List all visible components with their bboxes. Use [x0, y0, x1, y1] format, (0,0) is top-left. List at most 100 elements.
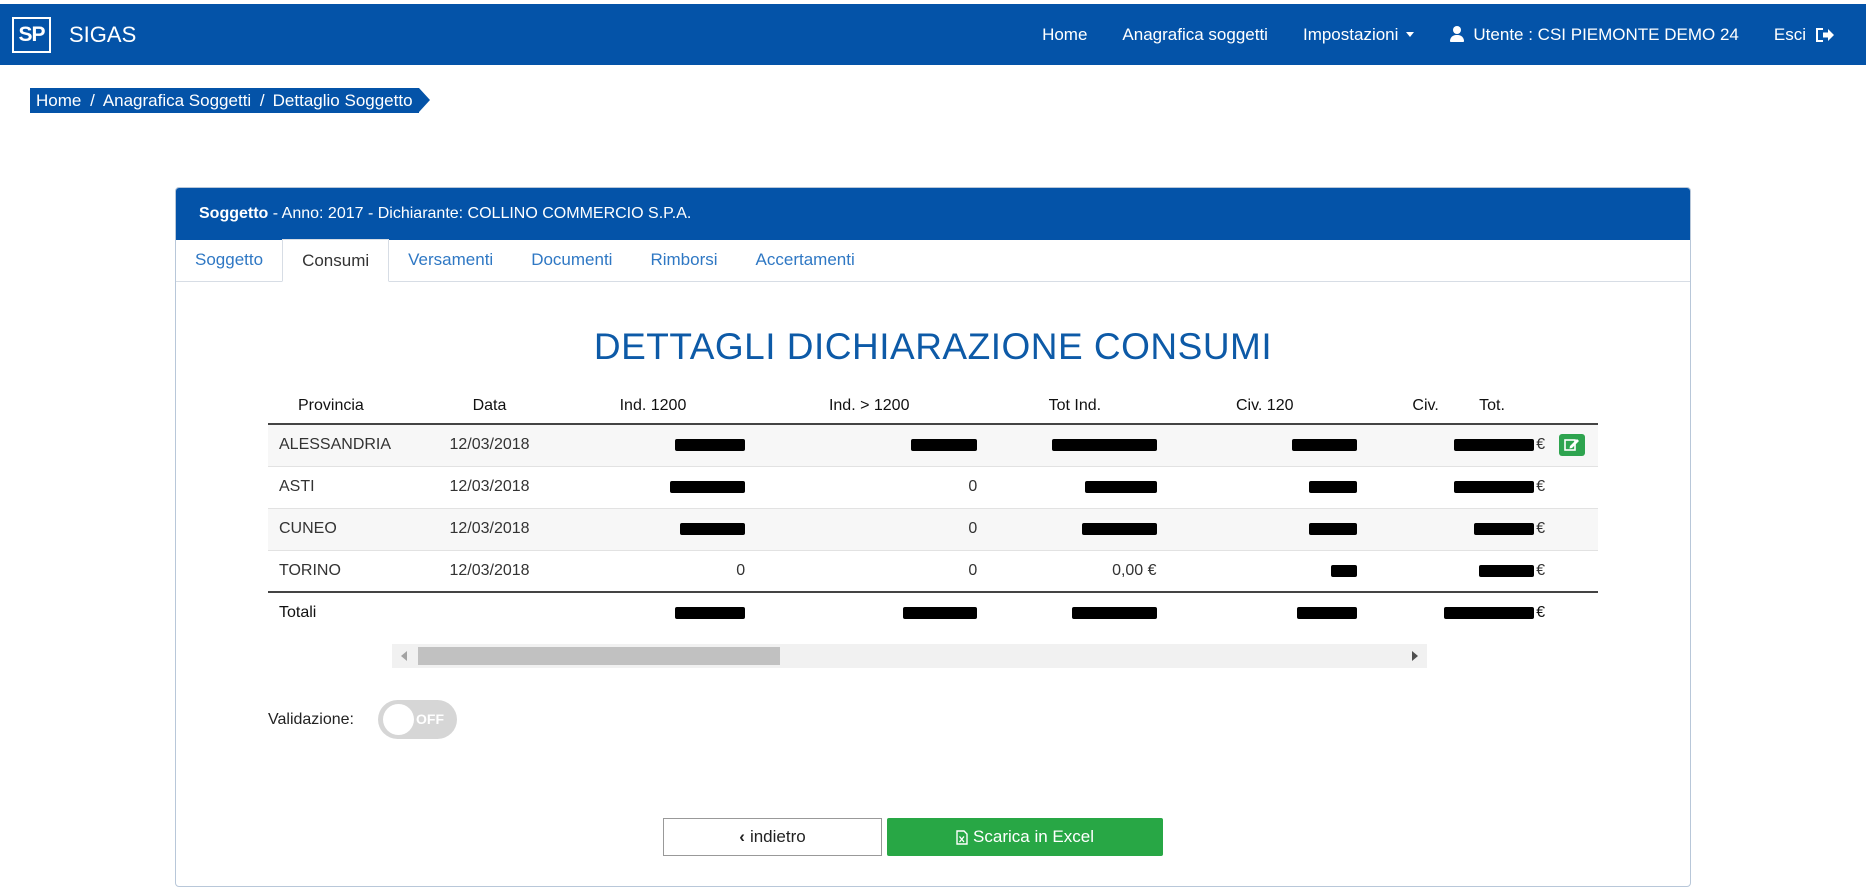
- redacted-value: [680, 522, 746, 535]
- cell-civ: [1364, 423, 1439, 466]
- total-ind-1200: [552, 591, 754, 633]
- cell-actions: [1545, 423, 1598, 466]
- col-civ: Civ.: [1364, 388, 1439, 425]
- validation-toggle[interactable]: OFF: [378, 700, 457, 739]
- nav-impostazioni-dropdown[interactable]: Impostazioni: [1302, 24, 1415, 45]
- redacted-value: [1308, 522, 1357, 535]
- redacted-value: [1308, 480, 1357, 493]
- chevron-left-icon: ‹: [739, 827, 745, 846]
- total-civ-120: [1164, 591, 1365, 633]
- cell-data: 12/03/2018: [426, 507, 553, 550]
- redacted-value: [1291, 439, 1357, 452]
- cell-actions: [1545, 507, 1598, 550]
- nav-logout-label: Esci: [1773, 24, 1806, 44]
- total-tot: €: [1438, 591, 1546, 633]
- download-excel-label: Scarica in Excel: [973, 827, 1094, 846]
- cell-civ: [1364, 507, 1439, 550]
- section-title: DETTAGLI DICHIARAZIONE CONSUMI: [593, 326, 1273, 367]
- cell-ind-gt-1200: 0: [753, 549, 986, 592]
- back-button-label: indietro: [749, 827, 806, 846]
- consumi-table: Provincia Data Ind. 1200 Ind. > 1200 Tot…: [268, 388, 1598, 633]
- col-tot: Tot.: [1438, 388, 1546, 425]
- redacted-value: [1454, 439, 1535, 452]
- scroll-right-arrow-icon[interactable]: [1412, 651, 1418, 661]
- cell-civ-120: [1164, 507, 1365, 550]
- table-horizontal-scrollbar[interactable]: [392, 644, 1427, 668]
- col-provincia: Provincia: [268, 388, 427, 425]
- scrollbar-thumb[interactable]: [418, 647, 780, 665]
- nav-user-menu[interactable]: Utente : CSI PIEMONTE DEMO 24: [1449, 25, 1739, 45]
- scroll-left-arrow-icon[interactable]: [401, 651, 407, 661]
- nav-logout-link[interactable]: Esci: [1774, 25, 1836, 45]
- redacted-value: [1051, 439, 1157, 452]
- redacted-value: [911, 439, 978, 452]
- total-ind-gt-1200: [753, 591, 986, 633]
- col-actions: [1545, 388, 1598, 425]
- redacted-value: [1296, 606, 1357, 619]
- cell-ind-1200: [552, 507, 754, 550]
- tab-documenti[interactable]: Documenti: [512, 239, 631, 281]
- euro-symbol: €: [1536, 604, 1546, 621]
- redacted-value: [1444, 606, 1535, 619]
- breadcrumb: Home / Anagrafica Soggetti / Dettaglio S…: [30, 88, 430, 113]
- cell-tot: €: [1438, 549, 1546, 592]
- excel-file-icon: [956, 829, 968, 845]
- download-excel-button[interactable]: Scarica in Excel: [887, 818, 1163, 856]
- cell-data: 12/03/2018: [426, 423, 553, 466]
- cell-actions: [1545, 549, 1598, 592]
- redacted-value: [1479, 564, 1535, 577]
- back-button[interactable]: ‹ indietro: [663, 818, 882, 856]
- cell-ind-gt-1200: [753, 423, 986, 466]
- cell-tot-ind: [985, 507, 1165, 550]
- euro-symbol: €: [1536, 478, 1546, 495]
- cell-tot: €: [1438, 465, 1546, 508]
- col-civ-120: Civ. 120: [1164, 388, 1365, 425]
- cell-ind-gt-1200: 0: [753, 507, 986, 550]
- cell-provincia: ALESSANDRIA: [268, 423, 427, 466]
- cell-ind-1200: [552, 465, 754, 508]
- euro-symbol: €: [1536, 520, 1546, 537]
- cell-tot-ind: [985, 465, 1165, 508]
- cell-tot: €: [1438, 507, 1546, 550]
- cell-tot: €: [1438, 423, 1546, 466]
- tab-accertamenti[interactable]: Accertamenti: [737, 239, 874, 281]
- redacted-value: [1071, 606, 1157, 619]
- total-tot-ind: [985, 591, 1165, 633]
- cell-civ: [1364, 549, 1439, 592]
- breadcrumb-home[interactable]: Home: [36, 91, 81, 111]
- tab-rimborsi[interactable]: Rimborsi: [631, 239, 736, 281]
- redacted-value: [670, 480, 746, 493]
- table-row: TORINO 12/03/2018 0 0 0,00 € €: [268, 549, 1598, 592]
- cell-tot-ind: [985, 423, 1165, 466]
- consumi-table-wrapper: Provincia Data Ind. 1200 Ind. > 1200 Tot…: [268, 388, 1598, 633]
- table-row: ALESSANDRIA 12/03/2018 €: [268, 423, 1598, 466]
- table-row: CUNEO 12/03/2018 0 €: [268, 507, 1598, 550]
- app-logo[interactable]: SP: [12, 16, 51, 53]
- redacted-value: [1081, 522, 1157, 535]
- col-data: Data: [426, 388, 553, 425]
- cell-provincia: TORINO: [268, 549, 427, 592]
- nav-home-link[interactable]: Home: [1042, 25, 1087, 45]
- edit-icon: [1563, 438, 1579, 451]
- logout-icon: [1816, 27, 1834, 42]
- toggle-state: OFF: [416, 711, 444, 727]
- tab-consumi[interactable]: Consumi: [282, 239, 390, 282]
- totals-label: Totali: [268, 591, 427, 633]
- cell-tot-ind: 0,00 €: [985, 549, 1165, 592]
- nav-anagrafica-link[interactable]: Anagrafica soggetti: [1122, 25, 1268, 45]
- caret-down-icon: [1406, 32, 1415, 37]
- cell-civ-120: [1164, 465, 1365, 508]
- redacted-value: [1474, 522, 1535, 535]
- breadcrumb-anagrafica[interactable]: Anagrafica Soggetti: [103, 91, 251, 111]
- cell-ind-1200: 0: [552, 549, 754, 592]
- tab-bar: Soggetto Consumi Versamenti Documenti Ri…: [176, 239, 1690, 282]
- cell-actions: [1545, 465, 1598, 508]
- tab-soggetto[interactable]: Soggetto: [176, 239, 282, 281]
- app-title[interactable]: SIGAS: [69, 22, 136, 48]
- edit-row-button[interactable]: [1558, 433, 1585, 456]
- tab-versamenti[interactable]: Versamenti: [389, 239, 512, 281]
- breadcrumb-separator: /: [255, 90, 265, 110]
- cell-provincia: CUNEO: [268, 507, 427, 550]
- col-ind-1200: Ind. 1200: [552, 388, 754, 425]
- nav-impostazioni-label: Impostazioni: [1302, 24, 1399, 44]
